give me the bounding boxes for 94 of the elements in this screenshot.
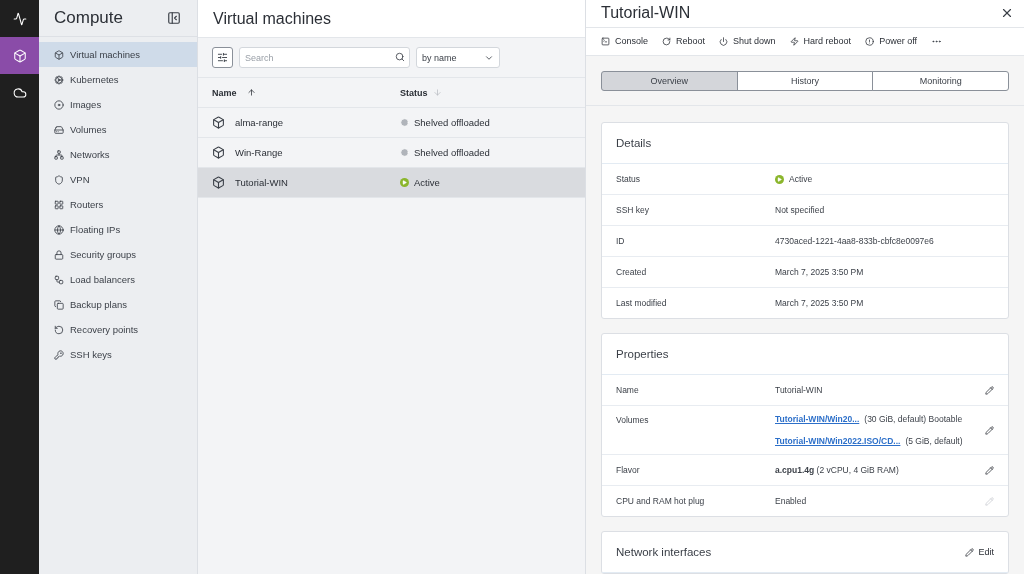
action-button[interactable]: Reboot xyxy=(662,36,706,47)
field-label: SSH key xyxy=(616,205,651,215)
sort-arrow-icon[interactable] xyxy=(246,88,256,97)
sidebar-item[interactable]: Virtual machines xyxy=(39,42,197,67)
field-label: CPU and RAM hot plug xyxy=(616,496,706,506)
field-value: Active xyxy=(789,174,813,184)
sort-dropdown[interactable]: by name xyxy=(416,47,500,68)
sidebar-item[interactable]: Backup plans xyxy=(39,292,197,317)
sidebar-item[interactable]: SSH keys xyxy=(39,342,197,367)
column-header[interactable]: Status xyxy=(400,87,428,98)
page-title: Virtual machines xyxy=(213,9,331,28)
table-row[interactable]: Tutorial-WIN Active xyxy=(198,168,585,198)
field-label: Flavor xyxy=(616,465,641,475)
field-value: March 7, 2025 3:50 PM xyxy=(775,298,864,308)
bolt-icon xyxy=(789,36,799,46)
panel-title: Tutorial-WIN xyxy=(601,4,691,23)
field-label: Last modified xyxy=(616,298,668,308)
pencil-icon[interactable] xyxy=(985,425,994,435)
sidebar-item[interactable]: Kubernetes xyxy=(39,67,197,92)
table-cell: Active xyxy=(414,177,440,188)
pencil-icon[interactable] xyxy=(985,465,994,475)
power-icon xyxy=(719,36,729,46)
field-label: Created xyxy=(616,267,648,277)
tab[interactable]: Overview xyxy=(601,71,738,91)
action-button[interactable]: Shut down xyxy=(719,36,776,47)
cloud-icon xyxy=(12,85,27,100)
sidebar-title: Compute xyxy=(54,8,123,28)
field-value: 4730aced-1221-4aa8-833b-cbfc8e0097e6 xyxy=(775,236,934,246)
table-cell: Shelved offloaded xyxy=(414,147,490,158)
sidebar-item[interactable]: Images xyxy=(39,92,197,117)
copy-icon xyxy=(54,299,64,310)
sliders-icon xyxy=(217,52,228,63)
field-value: Enabled xyxy=(775,496,807,506)
tab[interactable]: Monitoring xyxy=(872,71,1009,91)
pencil-icon[interactable] xyxy=(985,385,994,395)
cube-icon xyxy=(212,116,225,129)
field-value: (5 GiB, default) xyxy=(905,436,963,446)
lock-icon xyxy=(54,249,64,260)
sidebar-item[interactable]: Load balancers xyxy=(39,267,197,292)
field-label: ID xyxy=(616,236,626,246)
sidebar-item[interactable]: VPN xyxy=(39,167,197,192)
search-field[interactable]: Search xyxy=(239,47,410,68)
volume-link[interactable]: Tutorial-WIN/Win2022.ISO/CD... xyxy=(775,436,901,446)
card-title: Details xyxy=(616,137,652,149)
table-cell: alma-range xyxy=(235,117,284,128)
field-label: Name xyxy=(616,385,640,395)
cube-icon xyxy=(54,49,64,60)
drive-icon xyxy=(54,124,64,135)
sidebar-item[interactable]: Volumes xyxy=(39,117,197,142)
globe-icon xyxy=(54,224,64,235)
sidebar-item[interactable]: Recovery points xyxy=(39,317,197,342)
edit-button[interactable]: Edit xyxy=(965,547,994,557)
pencil-icon xyxy=(965,547,975,557)
gear-icon xyxy=(54,74,64,85)
field-label: Volumes xyxy=(616,414,650,425)
table-cell: Win-Range xyxy=(235,147,283,158)
tab[interactable]: History xyxy=(736,71,874,91)
terminal-icon xyxy=(601,36,610,46)
disc-icon xyxy=(54,99,64,110)
volume-link[interactable]: Tutorial-WIN/Win20... xyxy=(775,414,860,424)
table-row[interactable]: alma-range Shelved offloaded xyxy=(198,108,585,138)
card-title: Network interfaces xyxy=(616,546,712,558)
field-value: Not specified xyxy=(775,205,825,215)
field-label: Status xyxy=(616,174,642,184)
shield-icon xyxy=(54,174,64,185)
reboot-icon xyxy=(662,36,672,46)
sidebar-item[interactable]: Routers xyxy=(39,192,197,217)
grid-icon xyxy=(54,199,64,210)
sidebar-item[interactable]: Floating IPs xyxy=(39,217,197,242)
key-icon xyxy=(54,349,64,360)
field-value: a.cpu1.4g (2 vCPU, 4 GiB RAM) xyxy=(775,465,899,475)
sidebar-item[interactable]: Security groups xyxy=(39,242,197,267)
search-icon xyxy=(395,52,405,62)
network-icon xyxy=(54,149,64,160)
sidebar-item[interactable]: Networks xyxy=(39,142,197,167)
field-value: (30 GiB, default) Bootable xyxy=(864,414,963,424)
card-title: Properties xyxy=(616,348,669,360)
activity-icon xyxy=(12,11,27,26)
column-header[interactable]: Name xyxy=(212,87,237,98)
table-cell: Tutorial-WIN xyxy=(235,177,288,188)
rotate-icon xyxy=(54,324,64,335)
filter-button[interactable] xyxy=(212,47,233,68)
action-button[interactable]: Console xyxy=(601,36,649,47)
alert-icon xyxy=(865,36,875,46)
cube-icon xyxy=(212,176,225,189)
field-value: March 7, 2025 3:50 PM xyxy=(775,267,864,277)
cube-icon xyxy=(212,146,225,159)
collapse-panel-icon[interactable] xyxy=(167,11,181,25)
table-cell: Shelved offloaded xyxy=(414,117,490,128)
action-button[interactable]: Power off xyxy=(865,36,917,47)
cube-icon xyxy=(12,48,27,63)
rail-button[interactable] xyxy=(0,37,39,74)
action-button[interactable]: Hard reboot xyxy=(789,36,852,47)
field-value: Tutorial-WIN xyxy=(775,385,823,395)
